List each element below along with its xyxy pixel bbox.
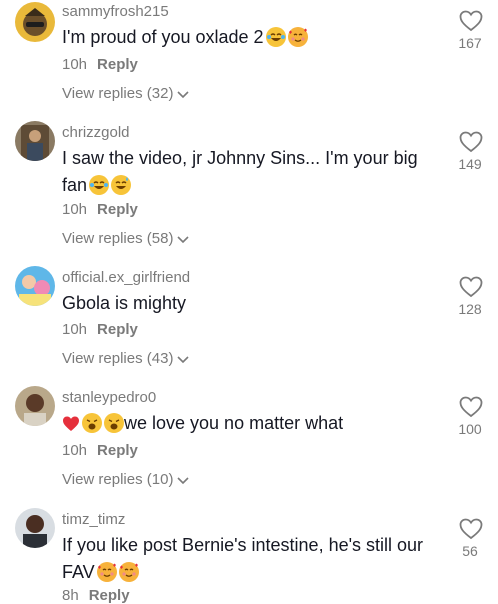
avatar[interactable] [15,508,55,548]
comment-username[interactable]: official.ex_girlfriend [62,269,190,286]
chevron-down-icon [177,86,190,103]
weary-face-emoji [82,413,102,433]
comment-username[interactable]: chrizzgold [62,124,130,141]
avatar[interactable] [15,121,55,161]
comment-username[interactable]: stanleypedro0 [62,389,156,406]
like-count: 128 [458,301,482,317]
like-count: 56 [462,543,478,559]
comment-text: I'm proud of you oxlade 2 [62,24,430,51]
view-replies-label: View replies (58) [62,230,174,247]
view-replies-button[interactable]: View replies (43) [62,350,190,368]
reply-button[interactable]: Reply [97,56,138,73]
like-count: 100 [458,421,482,437]
avatar[interactable] [15,386,55,426]
view-replies-label: View replies (10) [62,471,174,488]
chevron-down-icon [177,472,190,489]
comment-text: we love you no matter what [62,410,430,437]
reply-button[interactable]: Reply [89,587,130,604]
comment-time: 10h [62,442,88,459]
comment-meta: 8h Reply [62,587,130,604]
laughing-tears-emoji [265,27,286,47]
laughing-tears-emoji [89,175,110,195]
comment-meta: 10h Reply [62,442,138,459]
comment-body: I'm proud of you oxlade 2 [62,27,264,47]
reply-button[interactable]: Reply [97,442,138,459]
view-replies-label: View replies (43) [62,350,174,367]
like-count: 167 [458,35,482,51]
comment-time: 10h [62,56,88,73]
comment-meta: 10h Reply [62,201,138,218]
avatar[interactable] [15,2,55,42]
comment-text: I saw the video, jr Johnny Sins... I'm y… [62,145,430,199]
reply-button[interactable]: Reply [97,321,138,338]
weary-face-emoji [104,413,124,433]
heart-outline-icon[interactable] [459,276,483,298]
comment-time: 8h [62,587,79,604]
comment-text: If you like post Bernie's intestine, he'… [62,532,430,586]
comment-body: Gbola is mighty [62,293,187,313]
comment-time: 10h [62,201,88,218]
smiling-hearts-emoji [287,27,308,47]
view-replies-button[interactable]: View replies (32) [62,85,190,103]
heart-outline-icon[interactable] [459,396,483,418]
smiling-hearts-emoji [118,562,139,582]
comment-meta: 10h Reply [62,321,138,338]
comment-username[interactable]: timz_timz [62,511,125,528]
heart-outline-icon[interactable] [459,10,483,32]
chevron-down-icon [177,231,190,248]
comment-body: we love you no matter what [124,413,344,433]
view-replies-label: View replies (32) [62,85,174,102]
like-count: 149 [458,156,482,172]
comment-text: Gbola is mighty [62,290,430,317]
grinning-sweat-emoji [111,175,132,195]
view-replies-button[interactable]: View replies (10) [62,471,190,489]
heart-outline-icon[interactable] [459,518,483,540]
view-replies-button[interactable]: View replies (58) [62,230,190,248]
comment-username[interactable]: sammyfrosh215 [62,3,169,20]
red-heart-emoji [62,415,80,433]
reply-button[interactable]: Reply [97,201,138,218]
smiling-hearts-emoji [96,562,117,582]
chevron-down-icon [177,351,190,368]
heart-outline-icon[interactable] [459,131,483,153]
comment-meta: 10h Reply [62,56,138,73]
comment-time: 10h [62,321,88,338]
avatar[interactable] [15,266,55,306]
